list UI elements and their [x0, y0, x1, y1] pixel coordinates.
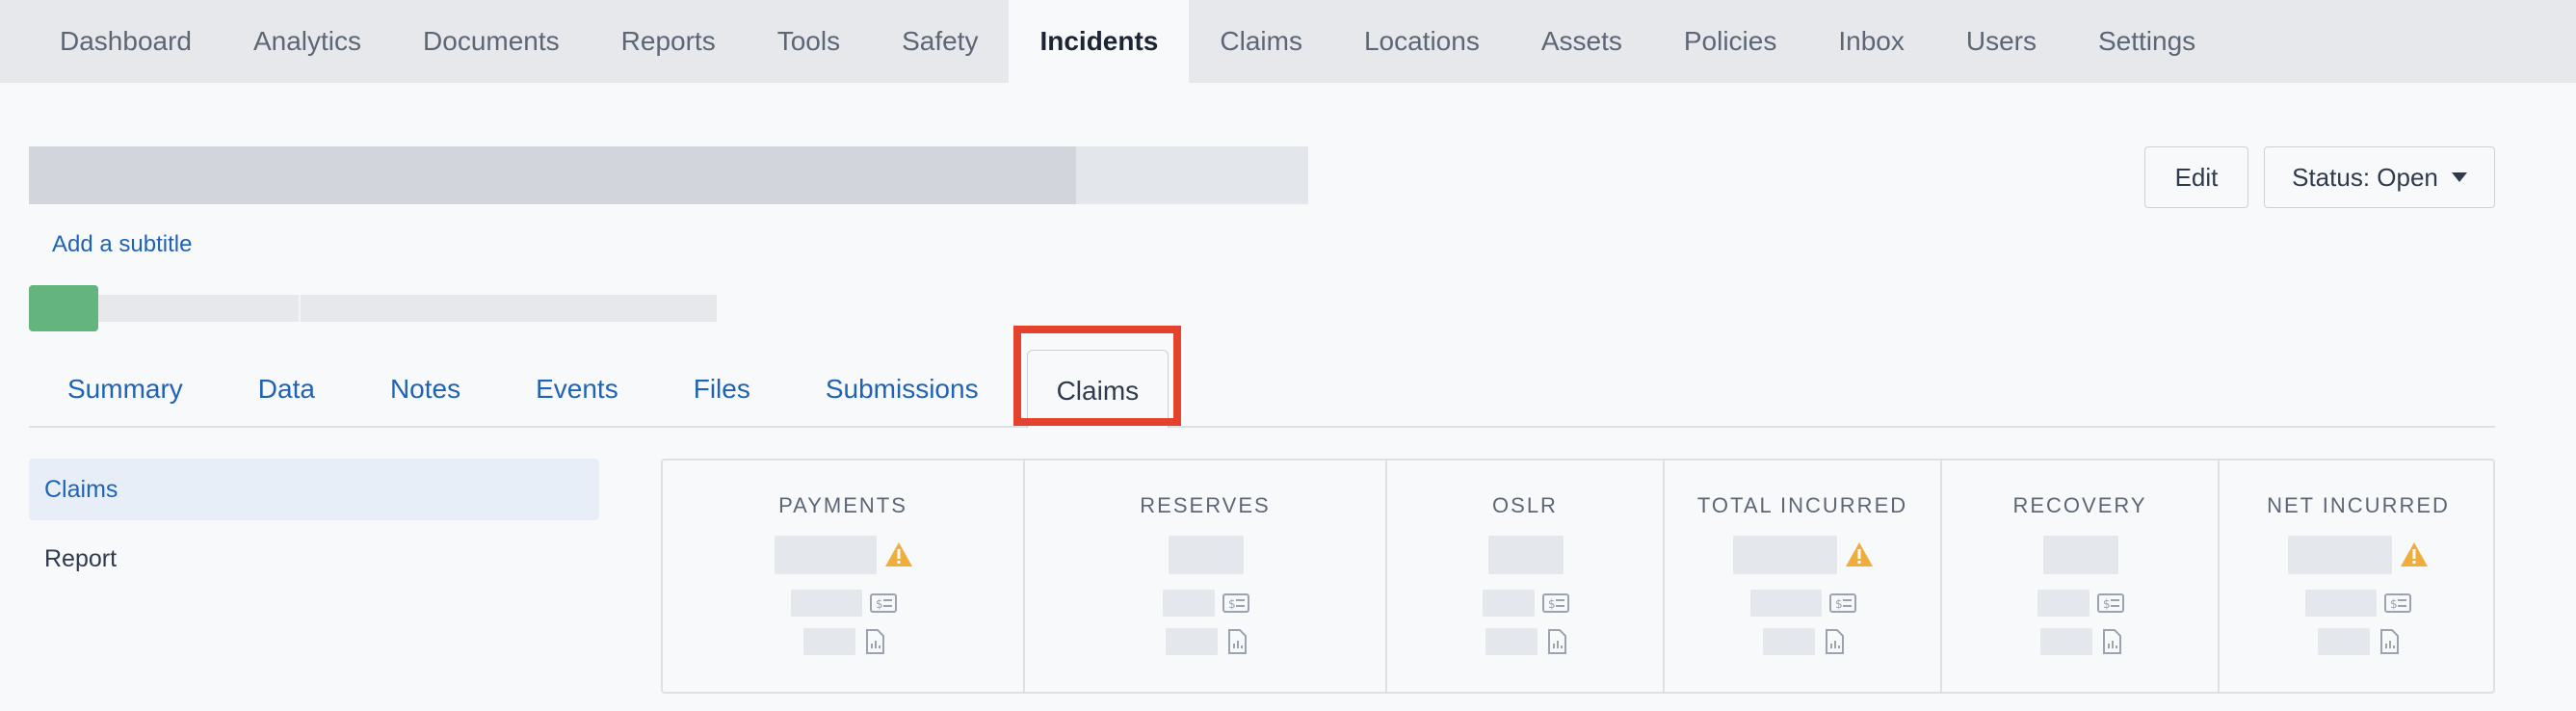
value-placeholder	[1733, 536, 1837, 574]
warning-icon[interactable]	[1845, 541, 1874, 566]
report-amount-placeholder	[1485, 628, 1538, 655]
document-chart-icon	[1227, 629, 1247, 659]
tab-files[interactable]: Files	[655, 374, 787, 426]
nav-locations[interactable]: Locations	[1333, 0, 1511, 83]
stat-label: TOTAL INCURRED	[1696, 493, 1908, 517]
report-amount-placeholder	[2040, 628, 2092, 655]
value-placeholder	[2288, 536, 2392, 574]
report-amount-placeholder	[1763, 628, 1815, 655]
nav-safety[interactable]: Safety	[871, 0, 1009, 83]
money-icon: $	[1542, 592, 1569, 619]
payment-amount-placeholder	[2305, 590, 2377, 617]
report-amount-placeholder	[2318, 628, 2370, 655]
value-placeholder	[2043, 536, 2118, 574]
document-chart-icon	[2102, 629, 2121, 659]
stat-label: NET INCURRED	[2267, 493, 2450, 517]
stat-label: RECOVERY	[2012, 493, 2147, 517]
stat-label: RESERVES	[1140, 493, 1271, 517]
add-subtitle-link[interactable]: Add a subtitle	[52, 231, 192, 258]
status-dropdown[interactable]: Status: Open	[2264, 146, 2495, 208]
stat-label: PAYMENTS	[778, 493, 907, 517]
nav-documents[interactable]: Documents	[392, 0, 591, 83]
document-chart-icon	[1547, 629, 1566, 659]
svg-text:$: $	[876, 597, 883, 611]
nav-policies[interactable]: Policies	[1653, 0, 1807, 83]
money-icon: $	[870, 592, 897, 619]
progress-track	[98, 295, 717, 322]
report-amount-placeholder	[1166, 628, 1218, 655]
svg-text:$: $	[2103, 597, 2111, 611]
svg-text:$: $	[2390, 597, 2398, 611]
payment-amount-placeholder	[2037, 590, 2090, 617]
edit-button[interactable]: Edit	[2144, 146, 2248, 208]
nav-claims[interactable]: Claims	[1189, 0, 1333, 83]
page-title-placeholder	[29, 146, 1308, 204]
nav-tools[interactable]: Tools	[747, 0, 871, 83]
sidebar-item-report[interactable]: Report	[29, 528, 599, 590]
warning-icon[interactable]	[884, 541, 913, 566]
stat-net-incurred: NET INCURRED $	[2220, 461, 2497, 692]
svg-text:$: $	[1548, 597, 1556, 611]
nav-settings[interactable]: Settings	[2067, 0, 2226, 83]
stat-payments: PAYMENTS $	[663, 461, 1025, 692]
nav-users[interactable]: Users	[1935, 0, 2067, 83]
payment-amount-placeholder	[791, 590, 862, 617]
nav-analytics[interactable]: Analytics	[223, 0, 392, 83]
tab-data[interactable]: Data	[220, 374, 352, 426]
status-label: Status: Open	[2292, 162, 2438, 192]
document-chart-icon	[1825, 629, 1844, 659]
payment-amount-placeholder	[1483, 590, 1535, 617]
nav-incidents[interactable]: Incidents	[1009, 0, 1190, 83]
caret-down-icon	[2451, 172, 2467, 182]
value-placeholder	[1488, 536, 1564, 574]
stat-label: OSLR	[1492, 493, 1558, 517]
document-chart-icon	[865, 629, 884, 659]
nav-inbox[interactable]: Inbox	[1807, 0, 1935, 83]
nav-dashboard[interactable]: Dashboard	[29, 0, 223, 83]
progress-bar	[29, 285, 717, 331]
payment-amount-placeholder	[1750, 590, 1822, 617]
stat-oslr: OSLR $	[1387, 461, 1665, 692]
money-icon: $	[1222, 592, 1249, 619]
money-icon: $	[1829, 592, 1856, 619]
nav-assets[interactable]: Assets	[1511, 0, 1653, 83]
report-amount-placeholder	[803, 628, 855, 655]
stat-reserves: RESERVES $	[1025, 461, 1387, 692]
sidebar-item-claims[interactable]: Claims	[29, 459, 599, 520]
progress-chip	[29, 285, 98, 331]
money-icon: $	[2097, 592, 2124, 619]
tab-events[interactable]: Events	[497, 374, 655, 426]
claims-stats-card: PAYMENTS $ RESERVES $ OSLR $ TOTAL INCURRED $ RE…	[661, 459, 2495, 694]
svg-text:$: $	[1835, 597, 1843, 611]
highlight-annotation	[1013, 326, 1181, 426]
nav-reports[interactable]: Reports	[591, 0, 747, 83]
document-chart-icon	[2379, 629, 2399, 659]
stat-recovery: RECOVERY $	[1942, 461, 2220, 692]
money-icon: $	[2384, 592, 2411, 619]
svg-text:$: $	[1228, 597, 1236, 611]
payment-amount-placeholder	[1163, 590, 1215, 617]
tab-submissions[interactable]: Submissions	[787, 374, 1015, 426]
tab-notes[interactable]: Notes	[352, 374, 497, 426]
tab-summary[interactable]: Summary	[29, 374, 220, 426]
value-placeholder	[1169, 536, 1244, 574]
value-placeholder	[775, 536, 877, 574]
top-nav: Dashboard Analytics Documents Reports To…	[0, 0, 2576, 83]
stat-total-incurred: TOTAL INCURRED $	[1665, 461, 1942, 692]
warning-icon[interactable]	[2400, 541, 2429, 566]
content-tabs: Summary Data Notes Events Files Submissi…	[29, 343, 2495, 428]
